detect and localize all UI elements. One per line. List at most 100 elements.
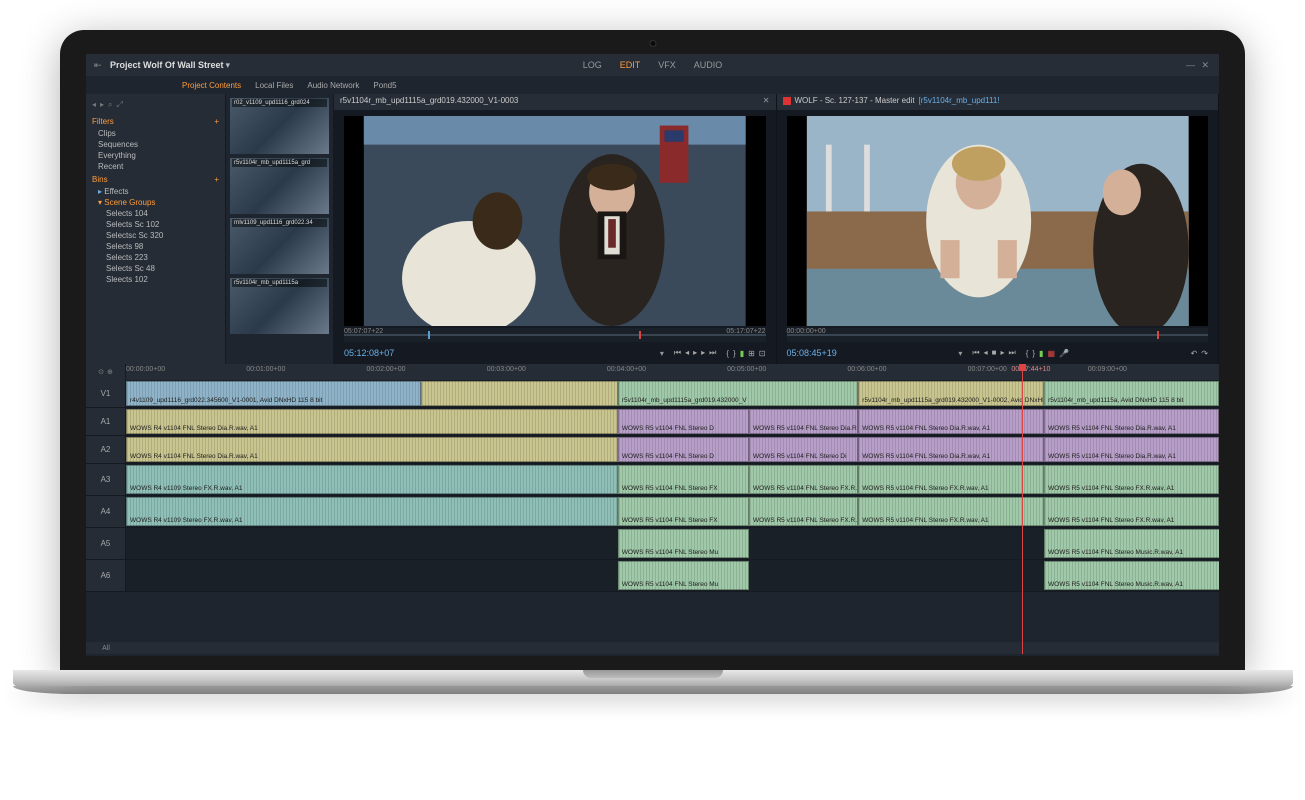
sidebar-item-sequences[interactable]: Sequences	[86, 139, 225, 150]
marker-icon[interactable]: ▮	[740, 349, 744, 358]
timeline-clip[interactable]: WOWS R5 v1104 FNL Stereo FX.R.wav, A1	[1044, 465, 1219, 494]
clip-thumbnail[interactable]: r5v1104r_mb_upd1115a_grd	[230, 158, 329, 214]
timeline-clip[interactable]: r5v1104r_mb_upd1115a_grd019.432000_V	[618, 381, 858, 406]
mode-vfx[interactable]: VFX	[658, 60, 676, 70]
timeline-clip[interactable]: WOWS R5 v1104 FNL Stereo FX.R.wav, A1	[1044, 497, 1219, 526]
timeline-clip[interactable]: WOWS R5 v1104 FNL Stereo FX	[618, 497, 749, 526]
playhead[interactable]	[1022, 364, 1023, 654]
source-scrubber[interactable]: 05:07:07+22 05:17:07+22	[344, 328, 766, 342]
timeline-clip[interactable]: WOWS R4 v1104 FNL Stereo Dia.R.wav, A1	[126, 409, 618, 434]
timeline-clip[interactable]: WOWS R5 v1104 FNL Stereo Dia.R.wav, A1	[749, 409, 858, 434]
sidebar-item-selects-sc-48[interactable]: Selects Sc 48	[86, 263, 225, 274]
timeline-clip[interactable]: WOWS R5 v1104 FNL Stereo FX	[618, 465, 749, 494]
sidebar-item-selects-98[interactable]: Selects 98	[86, 241, 225, 252]
timeline-clip[interactable]: WOWS R5 v1104 FNL Stereo FX.R.wav, A1	[858, 497, 1044, 526]
search-icon[interactable]: ⌕	[108, 100, 112, 110]
timeline-clip[interactable]: WOWS R5 v1104 FNL Stereo Di	[749, 437, 858, 462]
back-icon[interactable]: ◂	[92, 100, 96, 110]
overwrite-icon[interactable]: ⊡	[759, 349, 766, 358]
timeline-clip[interactable]: WOWS R5 v1104 FNL Stereo Dia.R.wav, A1	[858, 437, 1044, 462]
dropdown-icon[interactable]: ▾	[660, 349, 664, 358]
sidebar-item-effects[interactable]: ▸ Effects	[86, 186, 225, 197]
dropdown-icon[interactable]: ▾	[958, 349, 962, 358]
play-icon[interactable]: ▸	[693, 348, 697, 358]
undo-icon[interactable]: ↶	[1191, 349, 1198, 358]
timeline-clip[interactable]: r4v1109_upd1116_grd022.345600_V1-0001, A…	[126, 381, 421, 406]
audio-icon[interactable]: 🎤	[1059, 349, 1069, 358]
tool-icon[interactable]: ▦	[1047, 349, 1055, 358]
insert-icon[interactable]: ⊞	[748, 349, 755, 358]
timeline-clip[interactable]: WOWS R5 v1104 FNL Stereo Music.R.wav, A1	[1044, 529, 1219, 558]
timeline-ruler[interactable]: ⊙ ⊕ 00:07:44+10 00:00:00+0000:01:00+0000…	[86, 364, 1219, 380]
sidebar-item-selectsc-sc-320[interactable]: Selectsc Sc 320	[86, 230, 225, 241]
timeline-clip[interactable]: WOWS R4 v1109 Stereo FX.R.wav, A1	[126, 465, 618, 494]
step-fwd-icon[interactable]: ▸	[701, 348, 705, 358]
ruler-tick: 00:05:00+00	[727, 366, 766, 373]
mark-out-icon[interactable]: }	[1032, 349, 1035, 358]
sidebar-item-everything[interactable]: Everything	[86, 150, 225, 161]
add-filter-icon[interactable]: +	[214, 117, 219, 126]
sidebar-item-sleects-102[interactable]: Sleects 102	[86, 274, 225, 285]
sidebar-item-selects-104[interactable]: Selects 104	[86, 208, 225, 219]
sidebar-item-selects-sc-102[interactable]: Selects Sc 102	[86, 219, 225, 230]
zoom-icon[interactable]: ⊕	[107, 368, 113, 376]
timeline-clip[interactable]: WOWS R5 v1104 FNL Stereo Dia.R.wav, A1	[1044, 409, 1219, 434]
stop-icon[interactable]: ■	[992, 348, 997, 358]
export-icon[interactable]: ⇤	[94, 60, 104, 71]
source-frame[interactable]	[344, 116, 766, 326]
goto-start-icon[interactable]: ⏮	[972, 348, 979, 358]
timeline-clip[interactable]: r5v1104r_mb_upd1115a_grd019.432000_V1-00…	[858, 381, 1044, 406]
timeline-clip[interactable]: WOWS R5 v1104 FNL Stereo FX.R.wav, A1	[749, 465, 858, 494]
expand-icon[interactable]: ⤢	[117, 100, 123, 110]
tab-pond5[interactable]: Pond5	[373, 81, 396, 90]
mode-audio[interactable]: AUDIO	[694, 60, 723, 70]
zoom-icon[interactable]: ⊙	[98, 368, 104, 376]
tab-audio-network[interactable]: Audio Network	[307, 81, 359, 90]
step-back-icon[interactable]: ◂	[685, 348, 689, 358]
timeline-clip[interactable]: WOWS R5 v1104 FNL Stereo Dia.R.wav, A1	[858, 409, 1044, 434]
play-icon[interactable]: ▸	[1000, 348, 1004, 358]
add-bin-icon[interactable]: +	[214, 175, 219, 184]
mode-log[interactable]: LOG	[583, 60, 602, 70]
record-scrubber[interactable]: 00:00:00+00	[787, 328, 1209, 342]
project-title[interactable]: Project Wolf Of Wall Street	[110, 60, 224, 70]
timeline-clip[interactable]: WOWS R5 v1104 FNL Stereo Mu	[618, 529, 749, 558]
sidebar-item-scene-groups[interactable]: ▾ Scene Groups	[86, 197, 225, 208]
goto-end-icon[interactable]: ⏭	[1009, 348, 1016, 358]
timeline-clip[interactable]: WOWS R5 v1104 FNL Stereo Dia.R.wav, A1	[1044, 437, 1219, 462]
sidebar-item-clips[interactable]: Clips	[86, 128, 225, 139]
tab-local-files[interactable]: Local Files	[255, 81, 293, 90]
timeline-clip[interactable]: r5v1104r_mb_upd1115a, Avid DNxHD 115 8 b…	[1044, 381, 1219, 406]
clip-thumbnail[interactable]: r02_v1109_upd1116_grd024	[230, 98, 329, 154]
timeline-clip[interactable]: WOWS R4 v1104 FNL Stereo Dia.R.wav, A1	[126, 437, 618, 462]
goto-start-icon[interactable]: ⏮	[674, 348, 681, 358]
timeline-clip[interactable]: WOWS R5 v1104 FNL Stereo D	[618, 409, 749, 434]
timeline-clip[interactable]: WOWS R5 v1104 FNL Stereo FX.R.wav, A1	[749, 497, 858, 526]
timeline-clip[interactable]: WOWS R4 v1109 Stereo FX.R.wav, A1	[126, 497, 618, 526]
sidebar-item-selects-223[interactable]: Selects 223	[86, 252, 225, 263]
marker-icon[interactable]: ▮	[1039, 349, 1043, 358]
timeline-clip[interactable]	[421, 381, 618, 406]
mark-in-icon[interactable]: {	[1026, 349, 1029, 358]
mark-out-icon[interactable]: }	[733, 349, 736, 358]
dropdown-icon[interactable]: ▾	[226, 60, 231, 71]
record-frame[interactable]	[787, 116, 1209, 326]
timeline-clip[interactable]: WOWS R5 v1104 FNL Stereo Music.R.wav, A1	[1044, 561, 1219, 590]
mark-in-icon[interactable]: {	[726, 349, 729, 358]
goto-end-icon[interactable]: ⏭	[709, 348, 716, 358]
tab-project-contents[interactable]: Project Contents	[182, 81, 241, 90]
step-back-icon[interactable]: ◂	[984, 348, 988, 358]
timeline-clip[interactable]: WOWS R5 v1104 FNL Stereo Mu	[618, 561, 749, 590]
timeline-tracks[interactable]: V1r4v1109_upd1116_grd022.345600_V1-0001,…	[86, 380, 1219, 642]
redo-icon[interactable]: ↷	[1201, 349, 1208, 358]
window-buttons[interactable]: — ✕	[1186, 60, 1211, 71]
close-icon[interactable]: ✕	[763, 96, 770, 108]
laptop-frame: ⇤ Project Wolf Of Wall Street ▾ LOG EDIT…	[60, 30, 1245, 730]
clip-thumbnail[interactable]: r5v1104r_mb_upd1115a	[230, 278, 329, 334]
timeline-clip[interactable]: WOWS R5 v1104 FNL Stereo D	[618, 437, 749, 462]
mode-edit[interactable]: EDIT	[620, 60, 641, 70]
fwd-icon[interactable]: ▸	[100, 100, 104, 110]
clip-thumbnail[interactable]: rnlv1109_upd1116_grd022.34	[230, 218, 329, 274]
sidebar-item-recent[interactable]: Recent	[86, 161, 225, 172]
timeline-clip[interactable]: WOWS R5 v1104 FNL Stereo FX.R.wav, A1	[858, 465, 1044, 494]
